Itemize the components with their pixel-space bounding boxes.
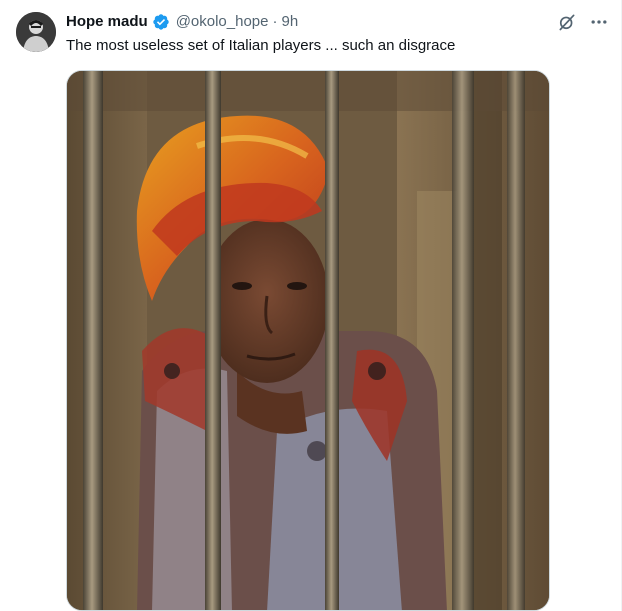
tweet-media-photo[interactable]: [66, 70, 550, 611]
avatar[interactable]: [16, 12, 56, 52]
photo-woman-behind-bars: [67, 71, 549, 610]
author-handle[interactable]: @okolo_hope: [176, 12, 269, 32]
separator-dot: ·: [272, 13, 278, 30]
tweet-top-actions: [553, 8, 613, 36]
more-options-button[interactable]: [585, 8, 613, 36]
tweet-text: The most useless set of Italian players …: [66, 37, 456, 54]
tweet-header: Hope madu @okolo_hope · 9h: [66, 12, 298, 32]
more-options-icon: [591, 20, 607, 24]
grok-button[interactable]: [553, 8, 581, 36]
timestamp[interactable]: 9h: [282, 12, 299, 32]
avatar-image: [16, 12, 56, 52]
display-name[interactable]: Hope madu: [66, 12, 148, 32]
grok-icon: [559, 14, 575, 31]
verified-badge-icon[interactable]: [152, 13, 170, 31]
tweet: Hope madu @okolo_hope · 9h The most usel…: [0, 0, 622, 611]
